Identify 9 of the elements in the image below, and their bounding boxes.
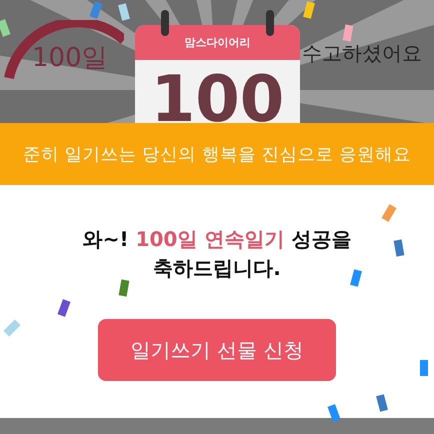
day-counter-label: 100일 [32,42,109,75]
gift-request-button[interactable]: 일기쓰기 선물 신청 [98,319,336,381]
message-text: 수고하셨어요 [302,41,422,65]
brand-logo-text: 맘스다이어리 [184,35,250,50]
congratulation-text: 와~! 100일 연속일기 성공을 축하드립니다. [82,226,352,282]
banner-text: 준히 일기쓰는 당신의 행복을 진심으로 응원해요 [23,144,411,166]
calendar-number: 100 [150,68,286,123]
ring-icon [161,10,169,36]
ring-icon [266,10,274,36]
